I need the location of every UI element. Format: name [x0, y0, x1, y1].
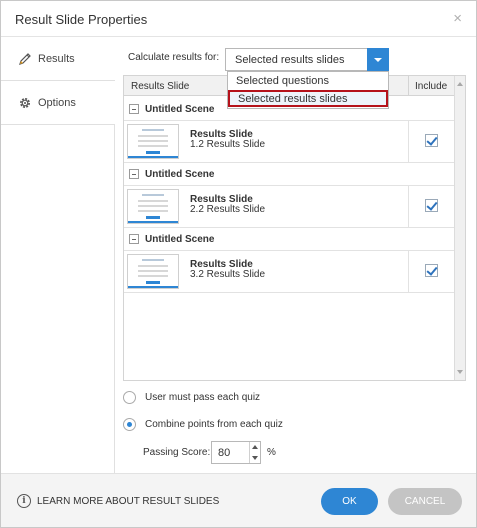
sidebar-item-options[interactable]: Options [1, 81, 115, 125]
scene-row: Untitled Scene [124, 165, 455, 185]
sidebar-item-label: Results [38, 52, 75, 65]
results-slide-table: Results Slide Include Untitled Scene Res… [123, 75, 466, 381]
slide-subtitle: 3.2 Results Slide [190, 269, 266, 280]
learn-more-link[interactable]: LEARN MORE ABOUT RESULT SLIDES [37, 496, 219, 507]
calculate-results-menu: Selected questions Selected results slid… [227, 71, 389, 109]
radio-label: Combine points from each quiz [145, 418, 283, 430]
calculate-results-select[interactable]: Selected results slides [225, 48, 389, 71]
calculate-results-label: Calculate results for: [128, 52, 220, 63]
scene-name: Untitled Scene [145, 169, 215, 180]
scroll-down-icon[interactable] [457, 370, 463, 374]
slide-subtitle: 1.2 Results Slide [190, 139, 266, 150]
radio-button[interactable] [123, 390, 136, 404]
include-checkbox[interactable] [425, 199, 438, 212]
scroll-up-icon[interactable] [457, 82, 463, 86]
include-cell [408, 251, 455, 292]
scene-row: Untitled Scene [124, 230, 455, 250]
table-row: Results Slide 3.2 Results Slide [124, 250, 455, 293]
scene-name: Untitled Scene [145, 104, 215, 115]
slide-subtitle: 2.2 Results Slide [190, 204, 266, 215]
passing-score-input[interactable] [212, 442, 250, 463]
include-checkbox[interactable] [425, 264, 438, 277]
menu-item-selected-results-slides[interactable]: Selected results slides [228, 90, 388, 107]
sidebar-item-label: Options [38, 96, 76, 109]
cancel-button[interactable]: CANCEL [388, 488, 462, 515]
sidebar: Results Options [1, 37, 115, 473]
include-checkbox[interactable] [425, 134, 438, 147]
chevron-down-icon[interactable] [367, 48, 389, 71]
column-header-results-slide: Results Slide [131, 81, 190, 92]
include-cell [408, 121, 455, 162]
decrement-icon[interactable] [252, 456, 258, 460]
table-row: Results Slide 2.2 Results Slide [124, 185, 455, 228]
collapse-icon[interactable] [129, 234, 139, 244]
include-cell [408, 186, 455, 227]
radio-button[interactable] [123, 417, 136, 431]
slide-thumbnail [127, 254, 179, 289]
passing-score-stepper[interactable] [211, 441, 261, 464]
collapse-icon[interactable] [129, 104, 139, 114]
gear-icon [17, 95, 33, 111]
slide-thumbnail [127, 124, 179, 159]
dialog-footer: i LEARN MORE ABOUT RESULT SLIDES OK CANC… [1, 473, 476, 527]
title-bar: Result Slide Properties × [1, 1, 476, 37]
column-header-include: Include [408, 76, 455, 96]
info-icon: i [17, 494, 31, 508]
dialog-title: Result Slide Properties [15, 12, 148, 27]
ok-button[interactable]: OK [321, 488, 378, 515]
close-icon[interactable]: × [453, 10, 462, 27]
slide-thumbnail [127, 189, 179, 224]
radio-label: User must pass each quiz [145, 391, 261, 403]
menu-item-selected-questions[interactable]: Selected questions [228, 73, 388, 90]
scene-name: Untitled Scene [145, 234, 215, 245]
result-slide-properties-dialog: Result Slide Properties × Results Option… [0, 0, 477, 528]
collapse-icon[interactable] [129, 169, 139, 179]
increment-icon[interactable] [252, 445, 258, 449]
sidebar-item-results[interactable]: Results [1, 37, 115, 81]
stepper-buttons [249, 442, 260, 463]
table-row: Results Slide 1.2 Results Slide [124, 120, 455, 163]
radio-combine-points[interactable]: Combine points from each quiz [123, 416, 283, 432]
radio-pass-each-quiz[interactable]: User must pass each quiz [123, 389, 260, 405]
select-value: Selected results slides [235, 54, 345, 66]
vertical-scrollbar[interactable] [454, 76, 465, 380]
passing-score-label: Passing Score: [143, 447, 211, 458]
percent-unit: % [267, 447, 276, 458]
pencil-icon [17, 51, 33, 67]
